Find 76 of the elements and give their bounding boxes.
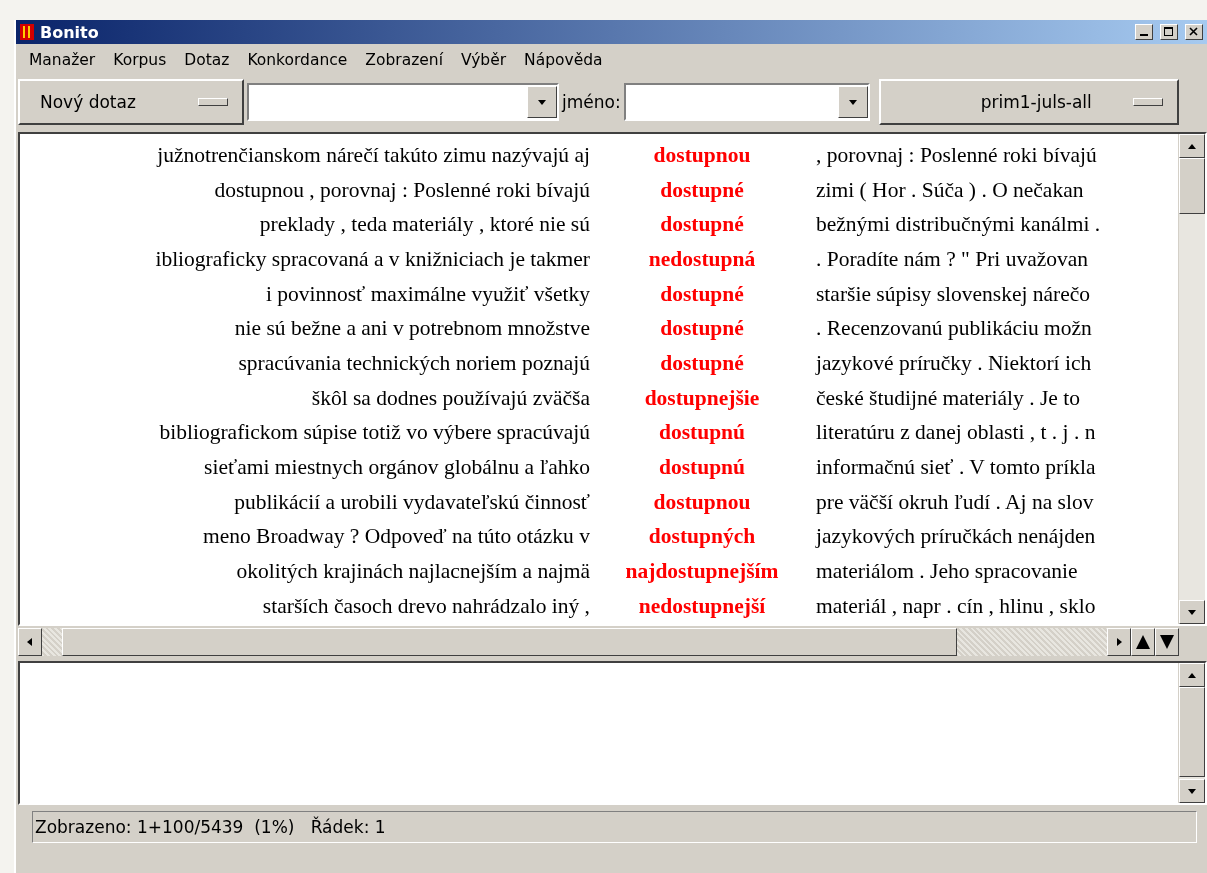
left-context: dostupnou , porovnaj : Poslenné roki bívajú (214, 177, 590, 203)
keyword[interactable]: najdostupnejším (590, 559, 814, 585)
scroll-thumb[interactable] (1179, 158, 1205, 214)
scroll-right-icon[interactable] (1107, 627, 1131, 656)
left-context: i povinnosť maximálne využiť všetky (265, 281, 590, 307)
right-context: staršie súpisy slovenskej nárečo (816, 281, 1091, 306)
keyword[interactable]: nedostupnejší (590, 593, 814, 619)
query-combobox[interactable] (247, 83, 559, 121)
left-context: nie sú bežne a ani v potrebnom množstve (234, 316, 590, 342)
left-context: spracúvania technických noriem poznajú (238, 350, 590, 376)
scroll-up-icon[interactable] (1179, 662, 1205, 687)
menu-item[interactable]: Dotaz (175, 51, 239, 69)
app-icon (20, 24, 34, 40)
left-context: preklady , teda materiály , ktoré nie sú (259, 212, 590, 238)
left-context: škôl sa dodnes používajú zväčša (311, 385, 590, 411)
keyword[interactable]: dostupné (590, 350, 814, 376)
menu-item[interactable]: Konkordance (238, 51, 357, 69)
dropdown-icon[interactable] (527, 86, 557, 118)
menu-item[interactable]: Zobrazení (356, 51, 452, 69)
keyword[interactable]: dostupné (590, 177, 814, 203)
keyword[interactable]: dostupných (590, 524, 814, 550)
keyword[interactable]: dostupné (590, 212, 814, 238)
dropdown-icon[interactable] (837, 86, 868, 118)
left-context: bibliografickom súpise totiž vo výbere spracúvajú (159, 420, 590, 446)
left-context: meno Broadway ? Odpoveď na túto otázku v (202, 524, 590, 550)
left-context: ibliograficky spracovaná a v knižniciach je takmer (155, 246, 590, 272)
left-context: okolitých krajinách najlacnejším a najmä (236, 559, 590, 585)
scroll-up-icon[interactable] (1179, 134, 1205, 158)
keyword[interactable]: dostupnú (590, 420, 814, 446)
name-label: jméno: (562, 92, 621, 112)
right-context: bežnými distribučnými kanálmi . (816, 212, 1101, 237)
right-context: české študijné materiály . Je to (816, 385, 1080, 410)
name-combobox[interactable] (623, 83, 870, 121)
scroll-down-icon[interactable] (1179, 599, 1205, 624)
keyword[interactable]: dostupnou (590, 142, 814, 168)
corpus-button[interactable]: prim1-juls-all (878, 79, 1179, 125)
right-context: jazykových príručkách nenájden (816, 524, 1096, 549)
menu-item[interactable]: Výběr (451, 51, 516, 69)
right-context: . Poradíte nám ? " Pri uvažovan (816, 246, 1089, 271)
maximize-icon (1164, 27, 1174, 37)
new-query-button[interactable]: Nový dotaz (18, 79, 244, 125)
right-context: materiál , napr . cín , hlinu , sklo (816, 593, 1096, 618)
menu-item[interactable]: Korpus (104, 51, 176, 69)
left-context: sieťami miestnych orgánov globálnu a ľahko (204, 455, 590, 481)
keyword[interactable]: dostupnou (590, 489, 814, 515)
left-context: starších časoch drevo nahrádzalo iný , (262, 593, 590, 619)
scroll-down-icon[interactable] (1179, 778, 1205, 803)
window-title: Bonito (40, 22, 100, 42)
scroll-thumb[interactable] (1179, 686, 1205, 777)
scroll-left-icon[interactable] (18, 627, 42, 656)
keyword[interactable]: nedostupná (590, 246, 814, 272)
vertical-scrollbar[interactable] (1178, 662, 1205, 803)
right-context: . Recenzovanú publikáciu možn (816, 316, 1092, 341)
menu-item[interactable]: Manažer (20, 51, 105, 69)
right-context: zimi ( Hor . Súča ) . O nečakan (816, 177, 1084, 202)
keyword[interactable]: dostupné (590, 316, 814, 342)
right-context: jazykové príručky . Niektorí ich (816, 350, 1092, 375)
maximize-button[interactable] (1160, 24, 1178, 40)
right-context: , porovnaj : Poslenné roki bívajú (816, 142, 1097, 167)
close-button[interactable] (1185, 24, 1203, 40)
left-context: južnotrenčianskom nárečí takúto zimu nazývajú aj (157, 142, 590, 168)
keyword[interactable]: dostupné (590, 281, 814, 307)
keyword[interactable]: dostupnú (590, 455, 814, 481)
right-context: pre väčší okruh ľudí . Aj na slov (816, 489, 1094, 514)
status-bar: Zobrazeno: 1+100/5439 (1%) Řádek: 1 (32, 810, 1197, 843)
minimize-button[interactable] (1135, 24, 1153, 40)
close-icon (1189, 27, 1199, 37)
right-context: literatúru z danej oblasti , t . j . n (816, 420, 1096, 445)
minimize-icon (1140, 34, 1148, 36)
scroll-thumb[interactable] (62, 627, 957, 656)
menu-item[interactable]: Nápověda (515, 51, 612, 69)
keyword[interactable]: dostupnejšie (590, 385, 814, 411)
left-context: publikácií a urobili vydavateľskú činnosť (234, 489, 590, 515)
vertical-scrollbar[interactable] (1178, 134, 1205, 624)
right-context: informačnú sieť . V tomto príkla (816, 455, 1096, 480)
right-context: materiálom . Jeho spracovanie (816, 559, 1078, 584)
